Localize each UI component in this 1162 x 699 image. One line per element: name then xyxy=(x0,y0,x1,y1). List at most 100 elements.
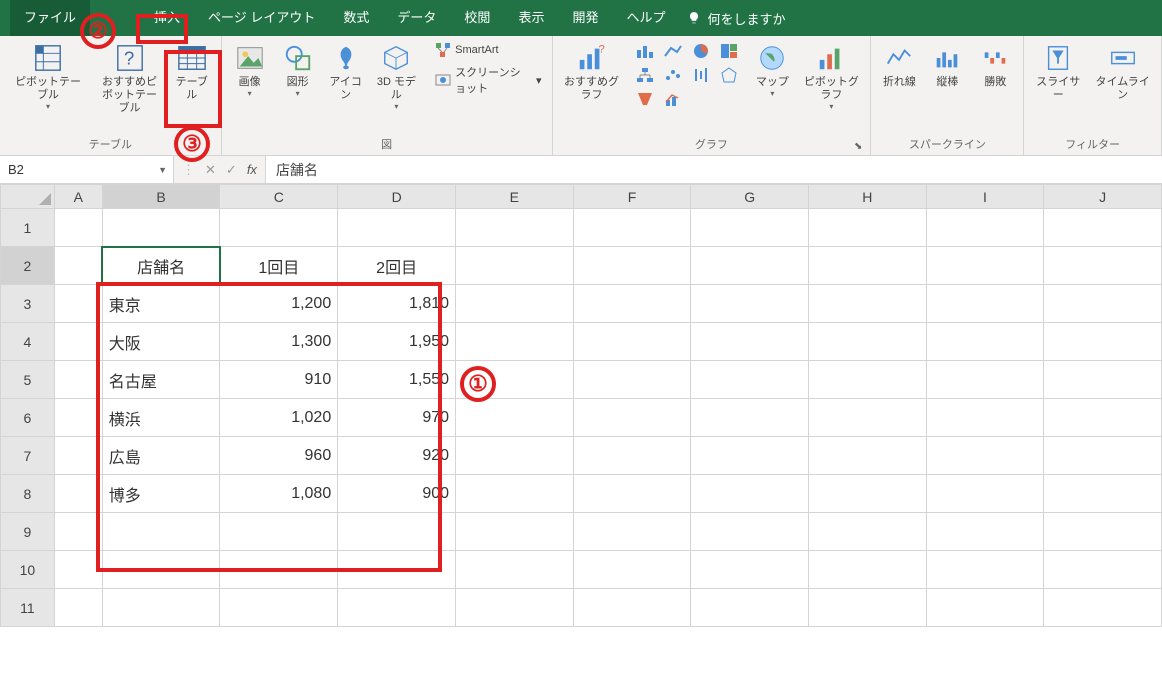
group-label-filters: フィルター xyxy=(1030,134,1155,155)
radar-chart-icon[interactable] xyxy=(716,64,742,86)
cell-B4[interactable]: 大阪 xyxy=(102,323,220,361)
cell-D7[interactable]: 920 xyxy=(338,437,456,475)
line-chart-icon[interactable] xyxy=(660,40,686,62)
col-header-C[interactable]: C xyxy=(220,185,338,209)
cell-C8[interactable]: 1,080 xyxy=(220,475,338,513)
col-header-I[interactable]: I xyxy=(926,185,1044,209)
recommended-charts-icon: ? xyxy=(575,42,607,74)
cell-D6[interactable]: 970 xyxy=(338,399,456,437)
name-box-value: B2 xyxy=(8,162,24,177)
column-chart-icon[interactable] xyxy=(632,40,658,62)
row-header-3[interactable]: 3 xyxy=(1,285,55,323)
fx-icon[interactable]: fx xyxy=(247,162,257,177)
tab-insert[interactable]: 挿入 xyxy=(140,0,194,36)
chart-type-grid xyxy=(632,40,742,110)
formula-input[interactable]: 店舗名 xyxy=(266,156,1162,183)
cell-C4[interactable]: 1,300 xyxy=(220,323,338,361)
timeline-button[interactable]: タイムライン xyxy=(1090,40,1155,104)
shapes-button[interactable]: 図形 ▾ xyxy=(276,40,320,100)
sparkline-column-icon xyxy=(931,42,963,74)
sparkline-column-button[interactable]: 縦棒 xyxy=(925,40,969,91)
cell-B6[interactable]: 横浜 xyxy=(102,399,220,437)
treemap-chart-icon[interactable] xyxy=(716,40,742,62)
scatter-chart-icon[interactable] xyxy=(660,64,686,86)
cell-B5[interactable]: 名古屋 xyxy=(102,361,220,399)
tell-me-search[interactable]: 何をしますか xyxy=(687,9,785,28)
3d-models-button[interactable]: 3D モデル ▾ xyxy=(372,40,422,113)
stock-chart-icon[interactable] xyxy=(688,64,714,86)
cell-C7[interactable]: 960 xyxy=(220,437,338,475)
cell-C2[interactable]: 1回目 xyxy=(220,247,338,285)
funnel-chart-icon[interactable] xyxy=(632,88,658,110)
ribbon-group-filters: スライサー タイムライン フィルター xyxy=(1024,36,1162,155)
row-header-9[interactable]: 9 xyxy=(1,513,55,551)
col-header-E[interactable]: E xyxy=(456,185,574,209)
recommended-charts-button[interactable]: ? おすすめグラフ xyxy=(559,40,625,104)
col-header-H[interactable]: H xyxy=(808,185,926,209)
table-button[interactable]: テーブル xyxy=(169,40,215,104)
row-header-6[interactable]: 6 xyxy=(1,399,55,437)
col-header-F[interactable]: F xyxy=(573,185,691,209)
tab-formulas[interactable]: 数式 xyxy=(329,0,383,36)
cell-D2[interactable]: 2回目 xyxy=(338,247,456,285)
dialog-launcher-icon[interactable]: ⬊ xyxy=(854,141,862,152)
recommended-pivot-button[interactable]: ? おすすめピボットテーブル xyxy=(94,40,165,118)
cell-D3[interactable]: 1,810 xyxy=(338,285,456,323)
map-button[interactable]: マップ ▾ xyxy=(750,40,794,100)
row-header-8[interactable]: 8 xyxy=(1,475,55,513)
cell-D5[interactable]: 1,550 xyxy=(338,361,456,399)
cell-C6[interactable]: 1,020 xyxy=(220,399,338,437)
col-header-B[interactable]: B xyxy=(102,185,220,209)
grid[interactable]: A B C D E F G H I J 1 2 店舗名1回目2回目 3 東京1,20… xyxy=(0,184,1162,627)
pie-chart-icon[interactable] xyxy=(688,40,714,62)
picture-button[interactable]: 画像 ▾ xyxy=(228,40,272,100)
smartart-button[interactable]: SmartArt xyxy=(431,40,545,60)
enter-icon[interactable]: ✓ xyxy=(226,162,237,178)
tab-page-layout[interactable]: ページ レイアウト xyxy=(194,0,329,36)
chevron-down-icon: ▾ xyxy=(536,74,542,87)
map-icon xyxy=(756,42,788,74)
cell-B2[interactable]: 店舗名 xyxy=(102,247,220,285)
tab-developer[interactable]: 開発 xyxy=(558,0,612,36)
cell-D8[interactable]: 900 xyxy=(338,475,456,513)
row-header-5[interactable]: 5 xyxy=(1,361,55,399)
cancel-icon[interactable]: ✕ xyxy=(205,162,216,178)
row-header-7[interactable]: 7 xyxy=(1,437,55,475)
cell-C5[interactable]: 910 xyxy=(220,361,338,399)
chevron-down-icon: ▾ xyxy=(394,102,398,111)
pivot-chart-button[interactable]: ピボットグラフ ▾ xyxy=(798,40,864,113)
row-header-2[interactable]: 2 xyxy=(1,247,55,285)
col-header-D[interactable]: D xyxy=(338,185,456,209)
col-header-A[interactable]: A xyxy=(54,185,102,209)
chevron-down-icon: ▾ xyxy=(296,89,300,98)
col-header-J[interactable]: J xyxy=(1044,185,1162,209)
cell-C3[interactable]: 1,200 xyxy=(220,285,338,323)
select-all-corner[interactable] xyxy=(1,185,55,209)
pivot-table-button[interactable]: ピボットテーブル ▾ xyxy=(6,40,90,113)
cell-B3[interactable]: 東京 xyxy=(102,285,220,323)
col-header-G[interactable]: G xyxy=(691,185,809,209)
cell-D4[interactable]: 1,950 xyxy=(338,323,456,361)
sparkline-winloss-button[interactable]: 勝敗 xyxy=(973,40,1017,91)
row-header-10[interactable]: 10 xyxy=(1,551,55,589)
combo-chart-icon[interactable] xyxy=(660,88,686,110)
cell-B8[interactable]: 博多 xyxy=(102,475,220,513)
pivot-table-label: ピボットテーブル xyxy=(10,76,86,102)
sparkline-line-button[interactable]: 折れ線 xyxy=(877,40,921,91)
recommended-charts-label: おすすめグラフ xyxy=(563,76,621,102)
tab-data[interactable]: データ xyxy=(383,0,450,36)
screenshot-button[interactable]: スクリーンショット ▾ xyxy=(431,62,545,98)
cell-B7[interactable]: 広島 xyxy=(102,437,220,475)
tab-file[interactable]: ファイル xyxy=(10,0,90,36)
row-header-11[interactable]: 11 xyxy=(1,589,55,627)
hierarchy-chart-icon[interactable] xyxy=(632,64,658,86)
row-header-4[interactable]: 4 xyxy=(1,323,55,361)
name-box[interactable]: B2 ▼ xyxy=(0,156,174,183)
tab-help[interactable]: ヘルプ xyxy=(612,0,679,36)
sparkline-line-label: 折れ線 xyxy=(883,76,916,89)
tab-view[interactable]: 表示 xyxy=(504,0,558,36)
slicer-button[interactable]: スライサー xyxy=(1030,40,1086,104)
row-header-1[interactable]: 1 xyxy=(1,209,55,247)
icons-button[interactable]: アイコン xyxy=(324,40,368,104)
tab-review[interactable]: 校閲 xyxy=(450,0,504,36)
